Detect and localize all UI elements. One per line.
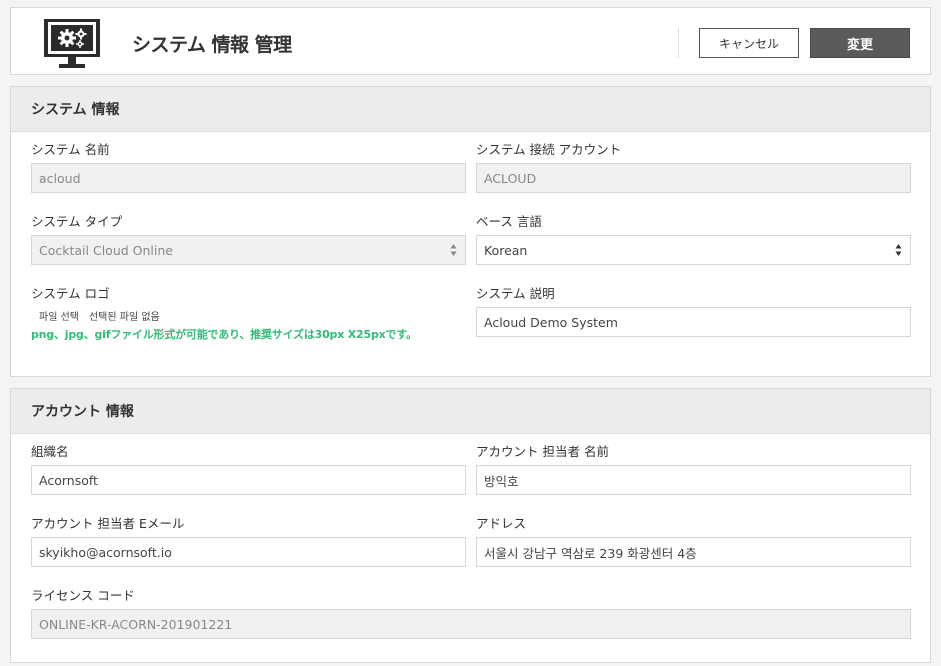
section-title: アカウント 情報 bbox=[11, 389, 930, 434]
system-type-field: システム タイプ Cocktail Cloud Online bbox=[31, 213, 466, 265]
address-field: アドレス 서울시 강남구 역삼로 239 화광센터 4층 bbox=[476, 515, 911, 567]
manager-name-input[interactable]: 방익호 bbox=[476, 465, 911, 495]
field-label: システム 接続 アカウント bbox=[476, 142, 622, 157]
field-label: システム 名前 bbox=[31, 142, 110, 157]
system-name-field: システム 名前 acloud bbox=[31, 141, 466, 193]
up-down-arrows-icon bbox=[450, 244, 457, 256]
system-type-select[interactable]: Cocktail Cloud Online bbox=[31, 235, 466, 265]
field-label: システム ロゴ bbox=[31, 286, 110, 301]
address-input[interactable]: 서울시 강남구 역삼로 239 화광센터 4층 bbox=[476, 537, 911, 567]
select-value: Cocktail Cloud Online bbox=[39, 242, 173, 258]
manager-email-input[interactable]: skyikho@acornsoft.io bbox=[31, 537, 466, 567]
system-logo-field: システム ロゴ 파일 선택 선택된 파일 없음 png、jpg、gifファイル形… bbox=[31, 285, 466, 342]
file-status: 선택된 파일 없음 bbox=[88, 312, 160, 323]
system-name-input[interactable]: acloud bbox=[31, 163, 466, 193]
manager-email-field: アカウント 担当者 Eメール skyikho@acornsoft.io bbox=[31, 515, 466, 567]
section-title: システム 情報 bbox=[11, 87, 930, 132]
system-account-field: システム 接続 アカウント ACLOUD bbox=[476, 141, 911, 193]
page-header: システム 情報 管理 キャンセル 変更 bbox=[10, 7, 931, 75]
field-label: システム タイプ bbox=[31, 214, 123, 229]
manager-name-field: アカウント 担当者 名前 방익호 bbox=[476, 443, 911, 495]
organization-input[interactable]: Acornsoft bbox=[31, 465, 466, 495]
select-value: Korean bbox=[484, 242, 528, 258]
license-code-field: ライセンス コード ONLINE-KR-ACORN-201901221 bbox=[31, 587, 911, 639]
file-select-button[interactable]: 파일 선택 bbox=[39, 308, 79, 323]
up-down-arrows-icon bbox=[895, 244, 902, 256]
field-label: ベース 言語 bbox=[476, 214, 542, 229]
page-title: システム 情報 管理 bbox=[132, 34, 292, 56]
field-label: アドレス bbox=[476, 516, 527, 531]
monitor-gears-icon bbox=[44, 19, 100, 68]
cancel-button[interactable]: キャンセル bbox=[699, 28, 799, 58]
field-label: ライセンス コード bbox=[31, 588, 135, 603]
base-language-select[interactable]: Korean bbox=[476, 235, 911, 265]
base-language-field: ベース 言語 Korean bbox=[476, 213, 911, 265]
change-button[interactable]: 変更 bbox=[810, 28, 910, 58]
file-input: 파일 선택 선택된 파일 없음 bbox=[31, 308, 466, 323]
license-code-input[interactable]: ONLINE-KR-ACORN-201901221 bbox=[31, 609, 911, 639]
field-label: アカウント 担当者 名前 bbox=[476, 444, 609, 459]
account-info-panel: アカウント 情報 組織名 Acornsoft アカウント 担当者 名前 방익호 … bbox=[10, 388, 931, 663]
field-label: 組織名 bbox=[31, 444, 69, 459]
field-label: システム 説明 bbox=[476, 286, 555, 301]
system-description-input[interactable]: Acloud Demo System bbox=[476, 307, 911, 337]
header-divider bbox=[678, 28, 679, 58]
field-label: アカウント 担当者 Eメール bbox=[31, 516, 185, 531]
logo-hint: png、jpg、gifファイル形式が可能であり、推奨サイズは30px X25px… bbox=[31, 328, 417, 341]
system-info-panel: システム 情報 システム 名前 acloud システム 接続 アカウント ACL… bbox=[10, 86, 931, 377]
system-description-field: システム 説明 Acloud Demo System bbox=[476, 285, 911, 337]
system-account-input[interactable]: ACLOUD bbox=[476, 163, 911, 193]
organization-field: 組織名 Acornsoft bbox=[31, 443, 466, 495]
